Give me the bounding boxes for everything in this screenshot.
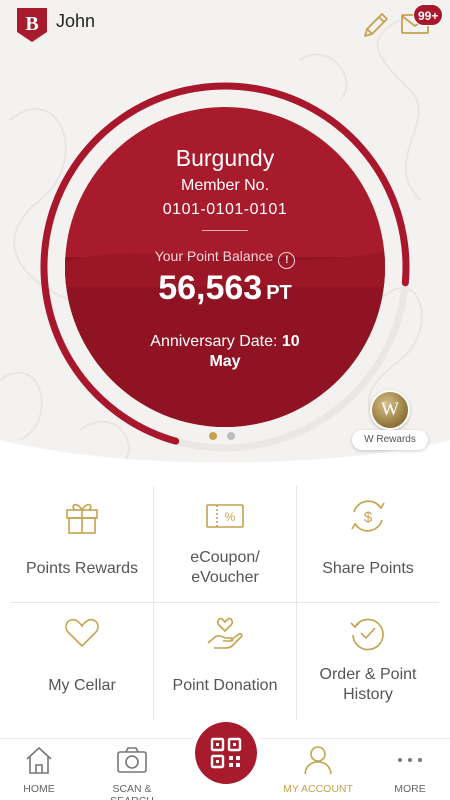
order-history-label-line1: Order & Point [319, 666, 417, 683]
qr-code-icon [210, 737, 242, 769]
member-number-label: Member No. [180, 177, 270, 194]
nav-home[interactable]: HOME [1, 739, 77, 800]
user-icon [304, 746, 332, 775]
share-points-tile[interactable]: $ Share Points [297, 486, 439, 602]
info-icon[interactable]: ! [278, 252, 296, 269]
ecoupon-label-line1: eCoupon/ [190, 549, 260, 566]
balance-label-row: Your Point Balance! [65, 248, 385, 269]
feature-grid: Points Rewards % eCoupon/ eVoucher $ Sha… [11, 486, 439, 720]
my-cellar-tile[interactable]: My Cellar [11, 603, 153, 719]
home-icon [26, 746, 52, 774]
w-rewards-button[interactable]: W W Rewards [352, 386, 428, 454]
anniversary-day: 10 [281, 333, 300, 350]
anniversary-month: May [209, 353, 241, 370]
w-rewards-label: W Rewards [352, 430, 428, 450]
heart-icon [65, 618, 99, 648]
nav-my-account[interactable]: MY ACCOUNT [280, 739, 356, 800]
camera-icon [117, 747, 147, 773]
anniversary-date: Anniversary Date: 10 May [125, 332, 325, 372]
more-dots-icon [398, 758, 422, 762]
ecoupon-label-line2: eVoucher [191, 569, 259, 586]
w-rewards-coin-icon: W [370, 390, 410, 430]
divider [202, 230, 248, 231]
point-unit: PT [266, 282, 292, 304]
nav-more-label: MORE [394, 783, 426, 795]
point-balance: 56,563 PT [65, 269, 385, 308]
qr-scan-button-fill [195, 722, 257, 784]
svg-text:$: $ [364, 509, 373, 526]
svg-text:%: % [225, 510, 236, 524]
points-rewards-tile[interactable]: Points Rewards [11, 486, 153, 602]
donation-icon [207, 617, 243, 649]
anniversary-label: Anniversary Date: [150, 333, 278, 350]
carousel-dots [209, 427, 245, 445]
gift-icon [66, 503, 98, 534]
member-card-circle[interactable]: Burgundy Member No. 0101-0101-0101 Your … [65, 107, 385, 427]
nav-scan-search[interactable]: SCAN & SEARCH [94, 739, 170, 800]
point-balance-value: 56,563 [158, 269, 263, 307]
share-points-icon: $ [351, 500, 385, 532]
point-donation-label: Point Donation [172, 677, 278, 694]
ecoupon-label: eCoupon/ eVoucher [154, 548, 296, 588]
order-history-label-line2: History [343, 686, 393, 703]
nav-home-label: HOME [23, 783, 55, 795]
coupon-icon: % [206, 504, 244, 528]
member-number: 0101-0101-0101 [162, 201, 288, 218]
points-rewards-label: Points Rewards [25, 560, 139, 577]
carousel-dot-2[interactable] [227, 432, 235, 440]
ecoupon-tile[interactable]: % eCoupon/ eVoucher [154, 486, 296, 602]
order-history-tile[interactable]: Order & Point History [297, 603, 439, 719]
membership-tier: Burgundy [175, 145, 275, 171]
order-history-label: Order & Point History [297, 665, 439, 705]
carousel-dot-1[interactable] [209, 432, 217, 440]
my-cellar-label: My Cellar [48, 677, 116, 694]
nav-my-account-label: MY ACCOUNT [283, 783, 353, 795]
qr-scan-button[interactable] [190, 717, 262, 789]
point-donation-tile[interactable]: Point Donation [154, 603, 296, 719]
point-balance-label: Your Point Balance [154, 248, 274, 264]
nav-more[interactable]: MORE [372, 739, 448, 800]
share-points-label: Share Points [322, 560, 414, 577]
history-icon [350, 618, 384, 651]
nav-scan-search-label: SCAN & SEARCH [110, 783, 154, 800]
